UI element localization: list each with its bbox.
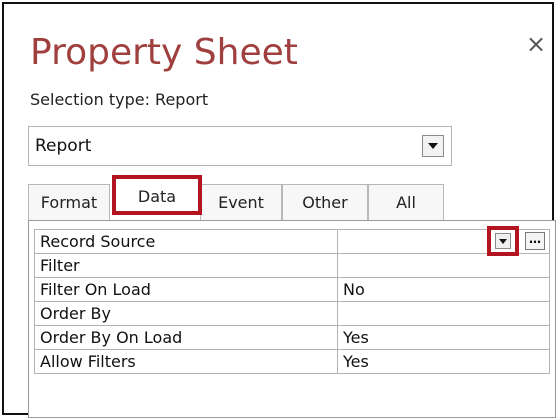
table-row: Filter: [34, 253, 550, 278]
table-row: Allow Filters Yes: [34, 349, 550, 374]
object-selector-value: Report: [35, 136, 92, 156]
property-grid: Record Source … Filter Filter On Load No…: [28, 220, 556, 418]
property-value[interactable]: Yes: [337, 349, 550, 374]
tab-all[interactable]: All: [368, 184, 444, 220]
table-row: Record Source …: [34, 226, 550, 256]
close-icon[interactable]: ×: [526, 32, 546, 56]
table-row: Order By: [34, 301, 550, 326]
property-value[interactable]: [337, 253, 550, 278]
selection-type: Selection type: Report: [30, 90, 208, 109]
chevron-down-icon: [428, 143, 438, 149]
table-row: Order By On Load Yes: [34, 325, 550, 350]
builder-button[interactable]: …: [525, 232, 545, 250]
dropdown-arrow-box: [495, 233, 511, 249]
property-name: Order By On Load: [34, 325, 338, 350]
panel-title: Property Sheet: [30, 32, 298, 73]
selection-type-label: Selection type:: [30, 90, 150, 109]
property-tabs: Format Data Event Other All: [28, 175, 458, 220]
record-source-dropdown-button[interactable]: [487, 226, 519, 256]
dropdown-arrow-button[interactable]: [422, 135, 444, 157]
tab-event[interactable]: Event: [200, 184, 282, 220]
property-value-record-source[interactable]: …: [337, 226, 550, 256]
object-selector-dropdown[interactable]: Report: [28, 126, 452, 166]
selection-type-value: Report: [155, 90, 209, 109]
tab-other[interactable]: Other: [282, 184, 368, 220]
property-name: Allow Filters: [34, 349, 338, 374]
chevron-down-icon: [499, 239, 507, 244]
table-row: Filter On Load No: [34, 277, 550, 302]
tab-format[interactable]: Format: [28, 184, 110, 220]
property-table: Record Source … Filter Filter On Load No…: [34, 226, 550, 374]
tab-data[interactable]: Data: [112, 175, 202, 215]
property-name: Order By: [34, 301, 338, 326]
property-name: Filter: [34, 253, 338, 278]
property-value[interactable]: Yes: [337, 325, 550, 350]
property-name: Record Source: [34, 229, 338, 254]
property-sheet-panel: Property Sheet × Selection type: Report …: [2, 2, 556, 418]
property-value[interactable]: No: [337, 277, 550, 302]
property-name: Filter On Load: [34, 277, 338, 302]
property-value[interactable]: [337, 301, 550, 326]
